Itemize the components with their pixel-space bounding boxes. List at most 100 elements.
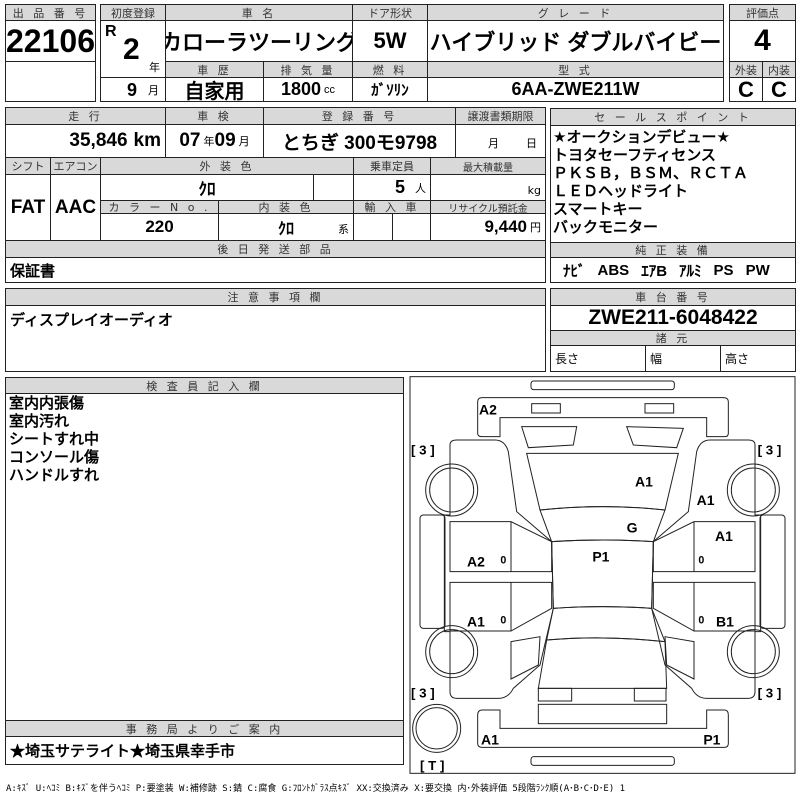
first-reg-month: 9 [126, 80, 137, 100]
inspector-label: 検 査 員 記 入 欄 [5, 377, 404, 394]
doors-label: ドア形状 [352, 4, 428, 21]
trunk [537, 637, 668, 689]
inspector-note: ハンドルすれ [9, 466, 100, 484]
int-color-label: 内 装 色 [218, 200, 354, 214]
door-mark: 0 [500, 554, 506, 566]
lot-label: 出 品 番 号 [5, 4, 96, 21]
right-body [651, 439, 762, 699]
front-grille [520, 426, 685, 449]
sales-points-list: ★オークションデビュー★ トヨタセーフティセンス ＰＫＳＢ，ＢＳＭ、ＲＣＴＡ Ｌ… [553, 128, 748, 236]
tread-rear-right: [ 3 ] [758, 686, 782, 701]
rear-panel [537, 703, 668, 725]
inspection-month-unit: 月 [238, 136, 250, 148]
displacement-unit: cc [324, 83, 336, 96]
equipment-item: ﾅﾋﾞ [563, 262, 586, 280]
interior-grade: C [762, 77, 796, 102]
left-side-step [419, 514, 446, 629]
sales-point: ＰＫＳＢ，ＢＳＭ、ＲＣＴＡ [553, 164, 749, 182]
interior-label: 内装 [762, 61, 796, 78]
ext-color-value: ｸﾛ [100, 174, 314, 201]
tread-rear-left: [ 3 ] [411, 686, 435, 701]
exterior-label: 外装 [729, 61, 763, 78]
equipment-item: ABS [597, 261, 630, 279]
front-bumper [477, 397, 729, 438]
lot-number: 22106 [5, 20, 96, 62]
mark-right-front-door: A1 [715, 528, 733, 544]
tread-spare: [ T ] [420, 758, 444, 773]
windshield [539, 506, 666, 543]
office-value: ★埼玉サテライト★埼玉県幸手市 [5, 736, 404, 765]
spec-height: 高さ [720, 345, 796, 372]
plate-label: 登 録 番 号 [263, 107, 456, 125]
inspector-note: 室内汚れ [9, 412, 70, 430]
displacement-value: 1800 [280, 79, 322, 99]
transfer-deadline-cell: 月日 [455, 124, 546, 158]
taillight-right [633, 687, 667, 702]
notes-label: 注 意 事 項 欄 [5, 288, 546, 306]
spec-width: 幅 [645, 345, 721, 372]
headlight-left [531, 403, 561, 414]
score-label: 評価点 [729, 4, 796, 21]
model-code-label: 型 式 [427, 61, 724, 78]
mark-front-bumper: A2 [479, 401, 497, 417]
equipment-item: ｴｱB [641, 262, 668, 280]
inspection-label: 車 検 [165, 107, 264, 125]
history-value: 自家用 [165, 77, 264, 102]
first-reg-year-unit: 年 [149, 61, 160, 74]
recycle-cell: 9,440 円 [430, 213, 546, 241]
mark-left-rear-door: A1 [467, 614, 485, 630]
left-body [443, 439, 554, 699]
mark-windshield: G [627, 519, 638, 535]
inspection-year: 07 [179, 130, 201, 151]
door-mark: 0 [698, 554, 704, 566]
displacement-label: 排 気 量 [263, 61, 353, 78]
equipment-label: 純 正 装 備 [550, 242, 796, 258]
equipment-item: PS [713, 261, 734, 279]
mark-hood: A1 [635, 474, 653, 490]
diagram-frame [409, 376, 796, 774]
ext-color-label: 外 装 色 [100, 157, 354, 175]
recycle-label: リサイクル預託金 [430, 200, 546, 214]
specs-label: 諸 元 [550, 330, 796, 346]
score-value: 4 [729, 20, 796, 62]
rear-glass [546, 606, 666, 643]
rear-plate [530, 756, 675, 766]
mark-rear-bumper-right: P1 [703, 731, 720, 747]
right-side-step [759, 514, 786, 629]
door-mark: 0 [500, 614, 506, 626]
sales-point: ★オークションデビュー★ [553, 128, 730, 146]
inspector-note: コンソール傷 [9, 448, 100, 466]
headlight-right [644, 403, 675, 414]
import-cell-2 [392, 213, 431, 241]
mileage-unit: km [133, 130, 161, 151]
later-parts-label: 後 日 発 送 部 品 [5, 240, 546, 258]
inspection-year-unit: 年 [203, 136, 215, 148]
inspection-cell: 07 年 09 月 [165, 124, 264, 158]
car-name-label: 車 名 [165, 4, 353, 21]
capacity-unit: 人 [415, 182, 426, 195]
shift-value: FAT [5, 174, 51, 241]
inspector-notes: 室内内張傷 室内汚れ シートすれ中 コンソール傷 ハンドルすれ [9, 394, 99, 484]
first-reg-month-unit: 月 [148, 84, 159, 97]
chassis-label: 車 台 番 号 [550, 288, 796, 306]
tread-front-right: [ 3 ] [758, 442, 782, 457]
sales-points-label: セ ー ル ス ポ イ ン ト [550, 108, 796, 126]
car-name: カローラツーリング [165, 20, 353, 62]
grade-label: グ レ ー ド [427, 4, 724, 21]
spec-length: 長さ [550, 345, 646, 372]
damage-diagram: [ 3 ] [ 3 ] [ 3 ] [ 3 ] [ T ] A2 A1 A1 G… [409, 376, 796, 774]
sales-point: スマートキー [553, 200, 643, 218]
model-code-value: 6AA-ZWE211W [427, 77, 724, 102]
import-cell-1 [353, 213, 393, 241]
mileage-value: 35,846 [69, 130, 128, 151]
mileage-cell: 35,846 km [5, 124, 166, 158]
hood [526, 452, 679, 511]
recycle-value: 9,440 [484, 217, 527, 236]
sales-point: トヨタセーフティセンス [553, 146, 716, 164]
fuel-value: ｶﾞｿﾘﾝ [352, 77, 428, 102]
inspector-note: シートすれ中 [9, 430, 100, 448]
int-color-unit: 系 [338, 224, 349, 236]
sales-point: バックモニター [553, 218, 659, 236]
exterior-grade: C [729, 77, 763, 102]
first-reg-year-cell: R 2 年 [100, 20, 166, 78]
